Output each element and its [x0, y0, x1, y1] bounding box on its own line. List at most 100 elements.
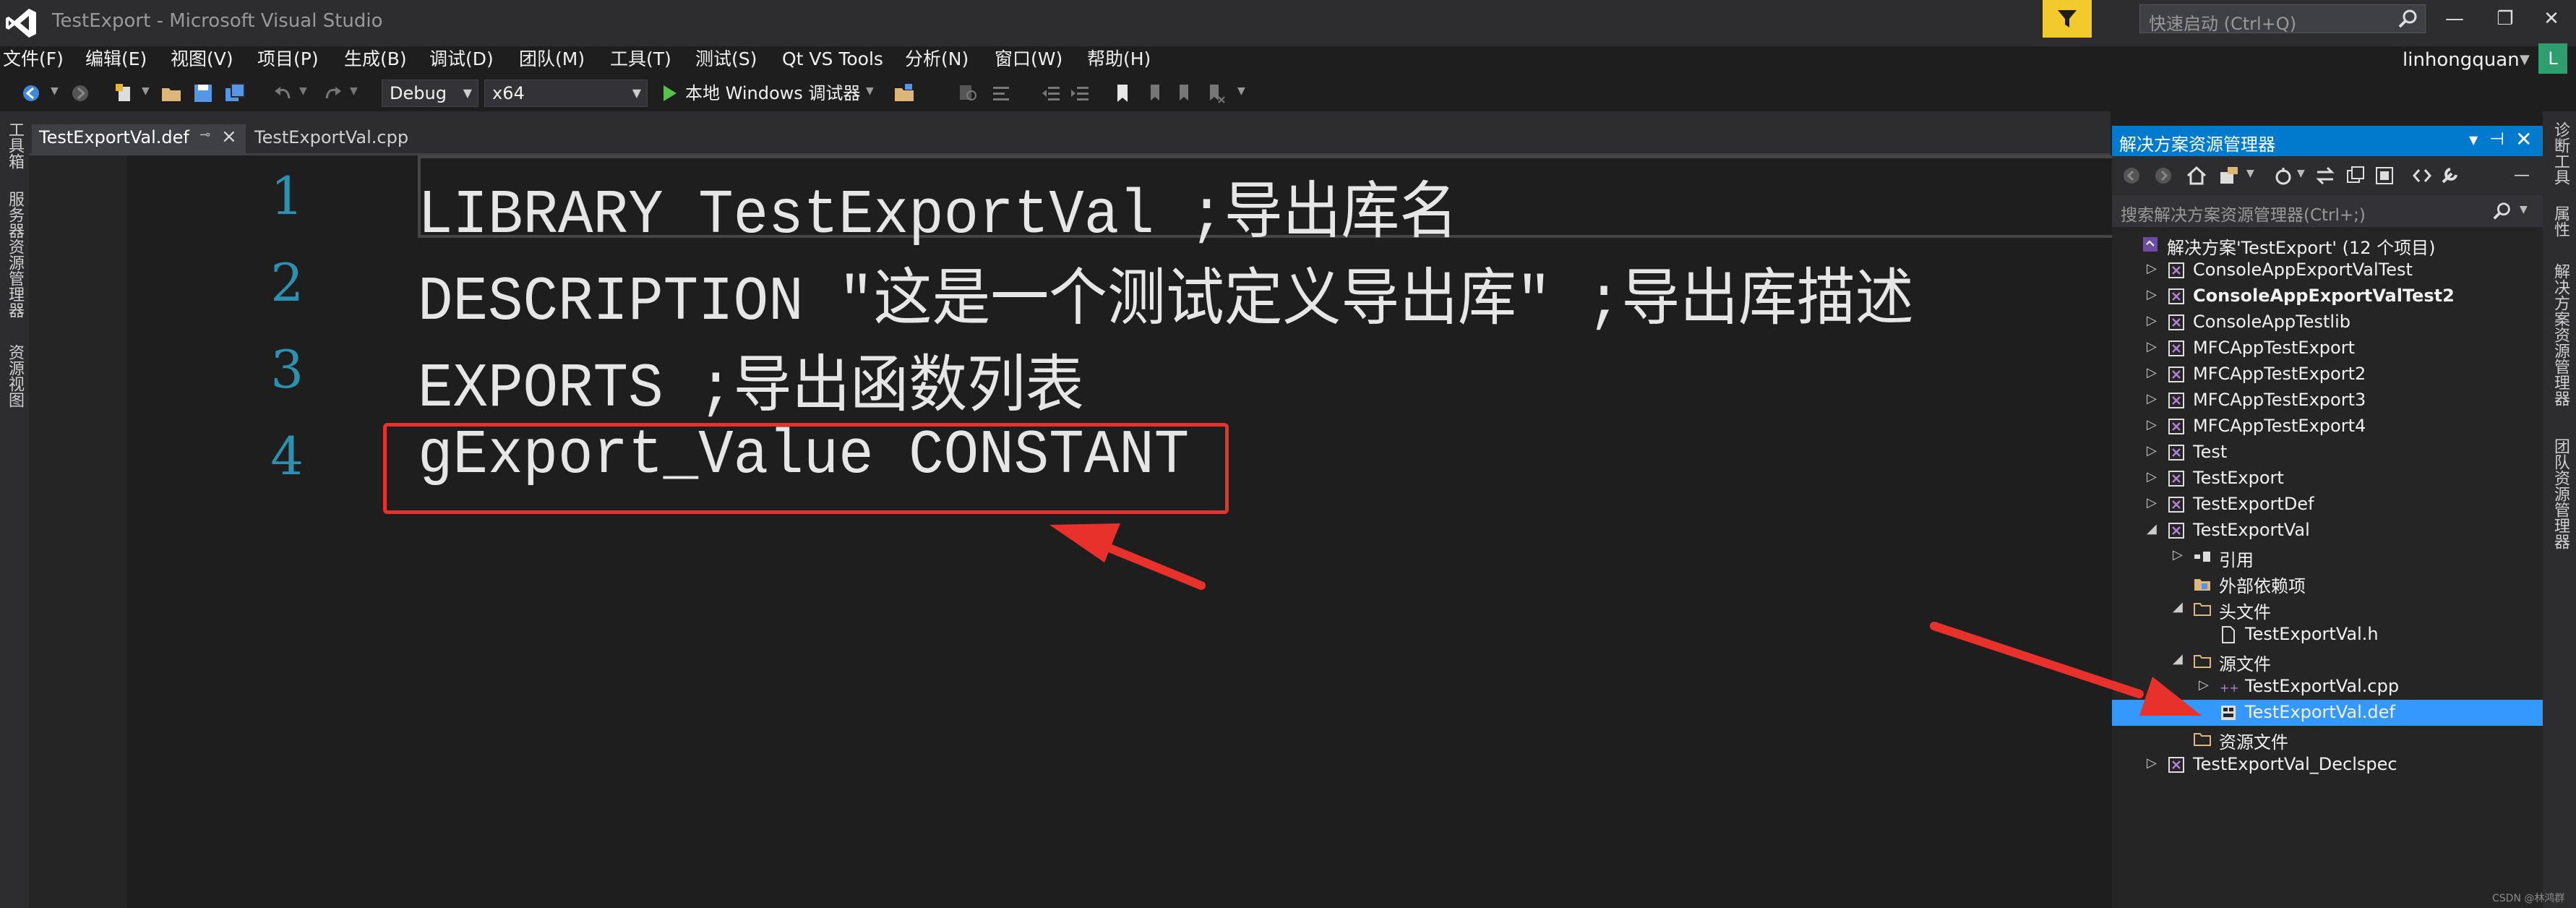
expanded-arrow-icon[interactable]: ◢ — [2173, 599, 2183, 614]
server-explorer-tab[interactable]: 服务器资源管理器 — [3, 191, 26, 318]
menu-window[interactable]: 窗口(W) — [995, 46, 1062, 72]
search-options-dropdown-icon[interactable]: ▼ — [2520, 204, 2528, 215]
resource-view-tab[interactable]: 资源视图 — [3, 344, 26, 408]
save-icon[interactable] — [192, 82, 214, 104]
next-bookmark-icon[interactable] — [1174, 82, 1195, 104]
menu-test[interactable]: 测试(S) — [695, 46, 757, 72]
solution-explorer-tab[interactable]: 解决方案资源管理器 — [2549, 263, 2572, 406]
open-file-icon[interactable] — [160, 82, 182, 104]
properties-tab[interactable]: 属性 — [2549, 205, 2572, 237]
menu-edit[interactable]: 编辑(E) — [85, 46, 147, 72]
sync-active-document-icon[interactable] — [2314, 165, 2336, 187]
redo-icon[interactable] — [322, 82, 344, 104]
collapsed-arrow-icon[interactable]: ▷ — [2147, 313, 2157, 328]
window-position-icon[interactable]: ▼ — [2469, 133, 2478, 147]
pending-changes-filter-icon[interactable] — [2272, 165, 2294, 187]
tree-item[interactable]: 解决方案'TestExport' (12 个项目) — [2112, 231, 2543, 258]
tree-item[interactable]: ▷ MFCAppTestExport — [2112, 335, 2543, 361]
tree-item-selected[interactable]: TestExportVal.def — [2112, 700, 2543, 726]
view-code-icon[interactable] — [2411, 165, 2433, 187]
new-dropdown-icon[interactable]: ▼ — [142, 85, 150, 97]
toggle-comment-icon[interactable] — [990, 82, 1012, 104]
bookmark-icon[interactable] — [1112, 82, 1133, 104]
collapsed-arrow-icon[interactable]: ▷ — [2199, 677, 2209, 693]
code-line[interactable]: LIBRARY TestExportVal ;导出库名 — [418, 160, 1458, 251]
collapsed-arrow-icon[interactable]: ▷ — [2147, 417, 2157, 432]
navigate-forward-icon[interactable] — [69, 82, 91, 104]
tree-item[interactable]: ▷ TestExport — [2112, 466, 2543, 492]
menu-view[interactable]: 视图(V) — [171, 46, 233, 72]
tree-item[interactable]: ◢ TestExportVal — [2112, 518, 2543, 544]
back-dropdown-icon[interactable]: ▼ — [51, 85, 59, 97]
team-explorer-tab[interactable]: 团队资源管理器 — [2549, 438, 2572, 549]
decrease-indent-icon[interactable] — [1041, 82, 1062, 104]
solution-folders-icon[interactable] — [893, 82, 915, 104]
tree-item[interactable]: ◢ 源文件 — [2112, 648, 2543, 674]
collapsed-arrow-icon[interactable]: ▷ — [2147, 495, 2157, 510]
tree-item[interactable]: ▷ MFCAppTestExport4 — [2112, 414, 2543, 440]
views-dropdown-icon[interactable]: ▼ — [2246, 168, 2254, 179]
start-debugging-icon[interactable] — [658, 82, 679, 104]
search-icon[interactable] — [2492, 201, 2512, 221]
forward-icon[interactable] — [2154, 166, 2173, 185]
tree-item[interactable]: ▷ ConsoleAppExportValTest — [2112, 257, 2543, 283]
save-all-icon[interactable] — [224, 82, 246, 104]
tree-item[interactable]: ▷ MFCAppTestExport2 — [2112, 361, 2543, 387]
tree-item[interactable]: TestExportVal.h — [2112, 622, 2543, 648]
tree-item[interactable]: ▷ ConsoleAppExportValTest2 — [2112, 283, 2543, 309]
menu-project[interactable]: 项目(P) — [257, 46, 319, 72]
user-dropdown-arrow-icon[interactable]: ▼ — [2520, 46, 2530, 74]
redo-dropdown-icon[interactable]: ▼ — [350, 85, 358, 97]
close-panel-icon[interactable]: ✕ — [2515, 127, 2532, 151]
tab-testexportval-def[interactable]: TestExportVal.def ⊸ × — [32, 124, 246, 153]
properties-wrench-icon[interactable] — [2439, 165, 2460, 187]
code-line[interactable]: DESCRIPTION ″这是一个测试定义导出库″ ;导出库描述 — [418, 247, 1914, 338]
platform-select[interactable]: x64 ▼ — [484, 80, 648, 107]
tree-item[interactable]: ▷ TestExportVal_Declspec — [2112, 752, 2543, 778]
expanded-arrow-icon[interactable]: ◢ — [2173, 651, 2183, 667]
menu-debug[interactable]: 调试(D) — [429, 46, 494, 72]
previous-bookmark-icon[interactable] — [1143, 82, 1165, 104]
collapsed-arrow-icon[interactable]: ▷ — [2147, 469, 2157, 484]
increase-indent-icon[interactable] — [1070, 82, 1091, 104]
configuration-select[interactable]: Debug ▼ — [382, 80, 478, 107]
collapsed-arrow-icon[interactable]: ▷ — [2147, 391, 2157, 406]
collapsed-arrow-icon[interactable]: ▷ — [2147, 339, 2157, 354]
collapsed-arrow-icon[interactable]: ▷ — [2147, 443, 2157, 458]
find-in-files-icon[interactable] — [957, 82, 979, 104]
avatar[interactable]: L — [2538, 43, 2567, 74]
debugger-dropdown-icon[interactable]: ▼ — [866, 85, 874, 97]
code-line[interactable]: EXPORTS ;导出函数列表 — [418, 333, 1084, 424]
collapsed-arrow-icon[interactable]: ▷ — [2147, 755, 2157, 771]
user-name[interactable]: linhongquan — [2403, 46, 2520, 74]
quick-launch-input[interactable]: 快速启动 (Ctrl+Q) — [2139, 4, 2426, 34]
home-icon[interactable] — [2186, 165, 2207, 187]
new-project-icon[interactable] — [114, 82, 136, 104]
start-debugger-label[interactable]: 本地 Windows 调试器 — [685, 75, 860, 111]
collapsed-arrow-icon[interactable]: ▷ — [2173, 547, 2183, 562]
restore-button[interactable]: ❐ — [2483, 3, 2527, 35]
menu-build[interactable]: 生成(B) — [344, 46, 407, 72]
collapsed-arrow-icon[interactable]: ▷ — [2147, 287, 2157, 302]
diagnostic-tools-tab[interactable]: 诊断工具 — [2549, 121, 2572, 185]
auto-hide-pin-icon[interactable]: ⊣ — [2489, 129, 2504, 149]
navigate-back-icon[interactable] — [20, 82, 42, 104]
show-all-files-icon[interactable] — [2374, 165, 2395, 187]
menu-help[interactable]: 帮助(H) — [1087, 46, 1151, 72]
solution-explorer-search-input[interactable]: 搜索解决方案资源管理器(Ctrl+;) ▼ — [2112, 195, 2543, 227]
menu-file[interactable]: 文件(F) — [3, 46, 64, 72]
expanded-arrow-icon[interactable]: ◢ — [2147, 521, 2157, 536]
tree-item[interactable]: ▷ ConsoleAppTestlib — [2112, 309, 2543, 335]
collapsed-arrow-icon[interactable]: ▷ — [2147, 365, 2157, 380]
back-icon[interactable] — [2122, 166, 2141, 185]
tree-item[interactable]: ▷ ++ TestExportVal.cpp — [2112, 674, 2543, 700]
undo-dropdown-icon[interactable]: ▼ — [299, 85, 307, 97]
undo-icon[interactable] — [272, 82, 293, 104]
tree-item[interactable]: ▷ Test — [2112, 440, 2543, 466]
pin-icon[interactable]: ⊸ — [199, 127, 210, 142]
close-window-button[interactable]: ✕ — [2530, 3, 2573, 35]
filter-dropdown-icon[interactable]: ▼ — [2297, 168, 2305, 179]
collapsed-arrow-icon[interactable]: ▷ — [2147, 261, 2157, 276]
tree-item[interactable]: 外部依赖项 — [2112, 570, 2543, 596]
tree-item[interactable]: ▷ TestExportDef — [2112, 492, 2543, 518]
